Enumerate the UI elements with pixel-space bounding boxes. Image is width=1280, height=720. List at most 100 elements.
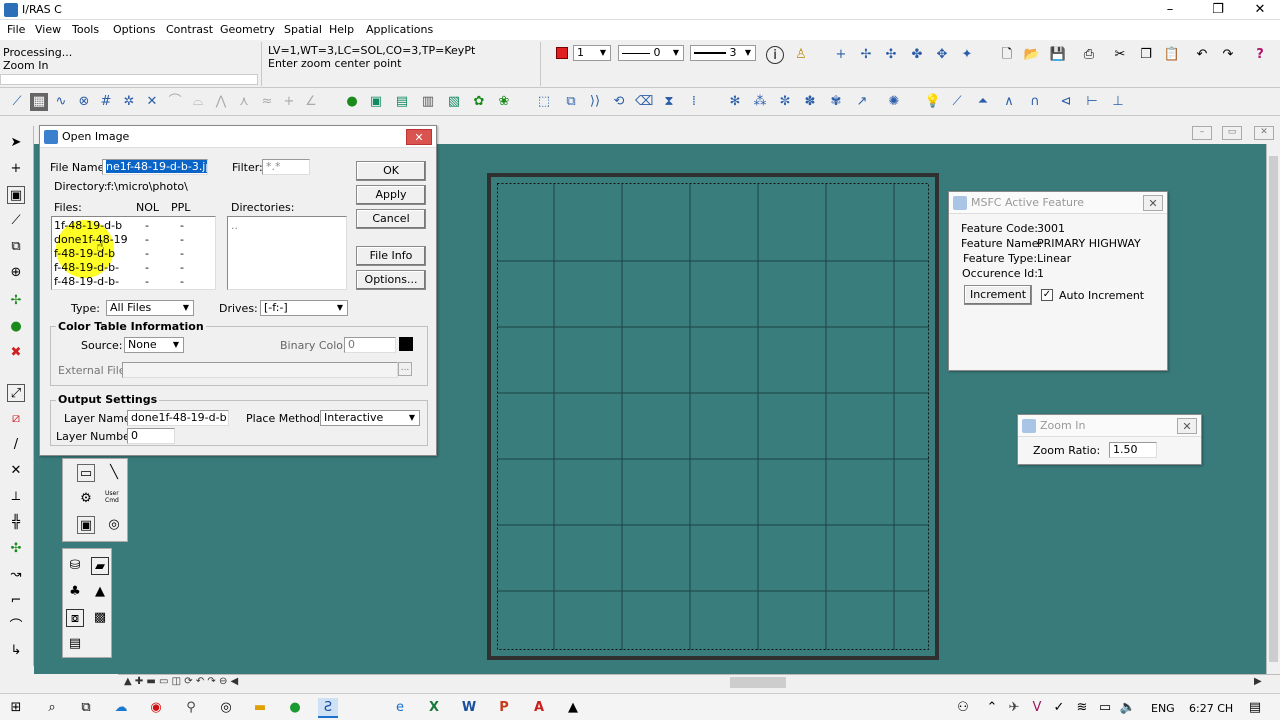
weight-select[interactable]: 3 ▼ <box>690 45 756 61</box>
menu-applications[interactable]: Applications <box>366 23 433 36</box>
globe-icon[interactable]: ● <box>7 318 25 336</box>
powerpoint-icon[interactable]: P <box>494 698 514 718</box>
raster-checker-icon[interactable]: ▩ <box>91 609 109 627</box>
smooth-tool-icon[interactable]: ≈ <box>258 93 276 111</box>
place-method-select[interactable]: Interactive ▼ <box>320 410 420 426</box>
excel-icon[interactable]: X <box>424 698 444 718</box>
angle-tool-icon[interactable]: ∠ <box>302 93 320 111</box>
tag-icon[interactable]: ⊕ <box>7 264 25 282</box>
list-item[interactable]: f-48-19-d-b- - - <box>52 275 212 289</box>
route-icon[interactable]: ↝ <box>7 566 25 584</box>
rect-icon[interactable]: ▭ <box>77 464 95 482</box>
msfc-close-button[interactable]: ✕ <box>1143 195 1163 211</box>
raster-tool-icon[interactable]: ▦ <box>30 93 48 111</box>
layer-number-input[interactable]: 0 <box>127 428 175 444</box>
fence-icon[interactable]: ▣ <box>7 186 25 204</box>
x-snap-icon[interactable]: ✕ <box>7 462 25 480</box>
query-snap-icon[interactable]: ✾ <box>827 93 845 111</box>
mirror-icon[interactable]: ⧗ <box>660 93 678 111</box>
clock[interactable]: 6:27 CH <box>1189 702 1233 715</box>
raster-rect-icon[interactable]: ▰ <box>91 557 109 575</box>
file-name-input[interactable]: ne1f-48-19-d-b-3.jpg <box>102 159 208 175</box>
ok-button[interactable]: OK <box>356 161 426 181</box>
acrobat-icon[interactable]: A <box>529 698 549 718</box>
record-icon[interactable]: ◉ <box>146 698 166 718</box>
tray-expand-icon[interactable]: ⌃ <box>982 698 1002 718</box>
browse-button[interactable]: ... <box>398 362 412 376</box>
paste-icon[interactable]: 📋 <box>1163 46 1181 64</box>
line-tool-icon[interactable]: ⟋ <box>8 93 26 111</box>
spiral-icon[interactable]: ◎ <box>105 516 123 534</box>
options-button[interactable]: Options... <box>356 270 426 290</box>
raster-grid-view[interactable] <box>487 173 939 660</box>
cut-icon[interactable]: ✂ <box>1111 46 1129 64</box>
key-in-icon[interactable]: ⚙ <box>77 490 95 508</box>
hash-tool-icon[interactable]: # <box>97 93 115 111</box>
keyin-field[interactable] <box>0 74 258 85</box>
cancel-button[interactable]: Cancel <box>356 209 426 229</box>
level-select[interactable]: 1 ▼ <box>573 45 611 61</box>
view-control-icons[interactable]: ▲ ✚ ▬ ▭ ◫ ⟳ ↶ ↷ ⊖ ◀ <box>124 676 238 687</box>
stroke-icon[interactable]: / <box>7 436 25 454</box>
point-snap-icon[interactable]: ✻ <box>726 93 744 111</box>
close-window-button[interactable]: ✕ <box>1238 0 1280 20</box>
menu-options[interactable]: Options <box>113 23 155 36</box>
center-snap-icon[interactable]: ✽ <box>801 93 819 111</box>
snap-tan-icon[interactable]: ✦ <box>958 46 976 64</box>
line-place-icon[interactable]: ⟋ <box>7 212 25 230</box>
settings-snap-icon[interactable]: ✺ <box>885 93 903 111</box>
dots-icon[interactable]: ⁞ <box>685 93 703 111</box>
vertex-tool-icon[interactable]: + <box>280 93 298 111</box>
iras-app-icon[interactable]: Ƨ <box>318 698 338 718</box>
raster-frame-icon[interactable]: ⧇ <box>66 609 84 627</box>
tray-check-icon[interactable]: ✓ <box>1049 698 1069 718</box>
curve-tool-icon[interactable]: ∿ <box>52 93 70 111</box>
image-icon[interactable]: ▣ <box>367 93 385 111</box>
minimize-button[interactable]: – <box>1148 0 1192 20</box>
zoom-area-icon[interactable]: ⤢ <box>7 384 25 402</box>
word-icon[interactable]: W <box>459 698 479 718</box>
pointer-icon[interactable]: ➤ <box>7 134 25 152</box>
file-info-button[interactable]: File Info <box>356 246 426 266</box>
binary-color-swatch[interactable] <box>399 337 413 351</box>
place-tool-icon[interactable]: ♙ <box>792 46 810 64</box>
layers-icon[interactable]: ▤ <box>393 93 411 111</box>
circle-x-icon[interactable]: ⊗ <box>75 93 93 111</box>
menu-help[interactable]: Help <box>329 23 354 36</box>
volume-icon[interactable]: 🔈 <box>1118 698 1138 718</box>
node-icon[interactable]: ✣ <box>7 540 25 558</box>
snap-int-icon[interactable]: ✤ <box>908 46 926 64</box>
open-folder-icon[interactable]: 📂 <box>1023 46 1041 64</box>
slash-tool-icon[interactable]: ⟋ <box>948 93 966 111</box>
grid-snap-icon[interactable]: ⁂ <box>751 93 769 111</box>
horizontal-scrollbar[interactable]: ▲ ✚ ▬ ▭ ◫ ⟳ ↶ ↷ ⊖ ◀ ▶ <box>118 674 1280 690</box>
extend-tool-icon[interactable]: ⌓ <box>189 93 207 111</box>
active-color-swatch[interactable] <box>556 47 568 59</box>
grid-toggle-icon[interactable]: ╬ <box>7 514 25 532</box>
palette-icon[interactable]: ● <box>343 93 361 111</box>
list-item[interactable]: 1f-48-19-d-b - - <box>52 219 212 233</box>
double-up-icon[interactable]: ⏶ <box>974 93 992 111</box>
raster-place-icon[interactable]: ⛁ <box>66 557 84 575</box>
photos-icon[interactable]: ▲ <box>563 698 583 718</box>
drives-select[interactable]: [-f:-] ▼ <box>260 300 348 316</box>
menu-file[interactable]: File <box>7 23 25 36</box>
corner-icon[interactable]: ⌐ <box>7 592 25 610</box>
star-tool-icon[interactable]: ✲ <box>120 93 138 111</box>
new-file-icon[interactable]: 🗋 <box>998 46 1016 64</box>
apply-button[interactable]: Apply <box>356 185 426 205</box>
rotate-icon[interactable]: ⟲ <box>610 93 628 111</box>
arrows-icon[interactable]: ✢ <box>7 292 25 310</box>
view-maximize-button[interactable]: ▭ <box>1222 126 1242 140</box>
trim-tool-icon[interactable]: ⌒ <box>166 93 184 111</box>
select-area-icon[interactable]: ⬚ <box>535 93 553 111</box>
external-file-input[interactable] <box>122 362 398 378</box>
element-icon[interactable]: ⧉ <box>7 238 25 256</box>
wifi-icon[interactable]: ≋ <box>1072 698 1092 718</box>
profile-icon[interactable]: ⊥ <box>1109 93 1127 111</box>
network-icon[interactable]: ▭ <box>1095 698 1115 718</box>
bracket-icon[interactable]: ⊢ <box>1083 93 1101 111</box>
snap-perp-icon[interactable]: ✥ <box>933 46 951 64</box>
view-close-button[interactable]: ✕ <box>1254 126 1274 140</box>
tray-v-icon[interactable]: V <box>1027 698 1047 718</box>
